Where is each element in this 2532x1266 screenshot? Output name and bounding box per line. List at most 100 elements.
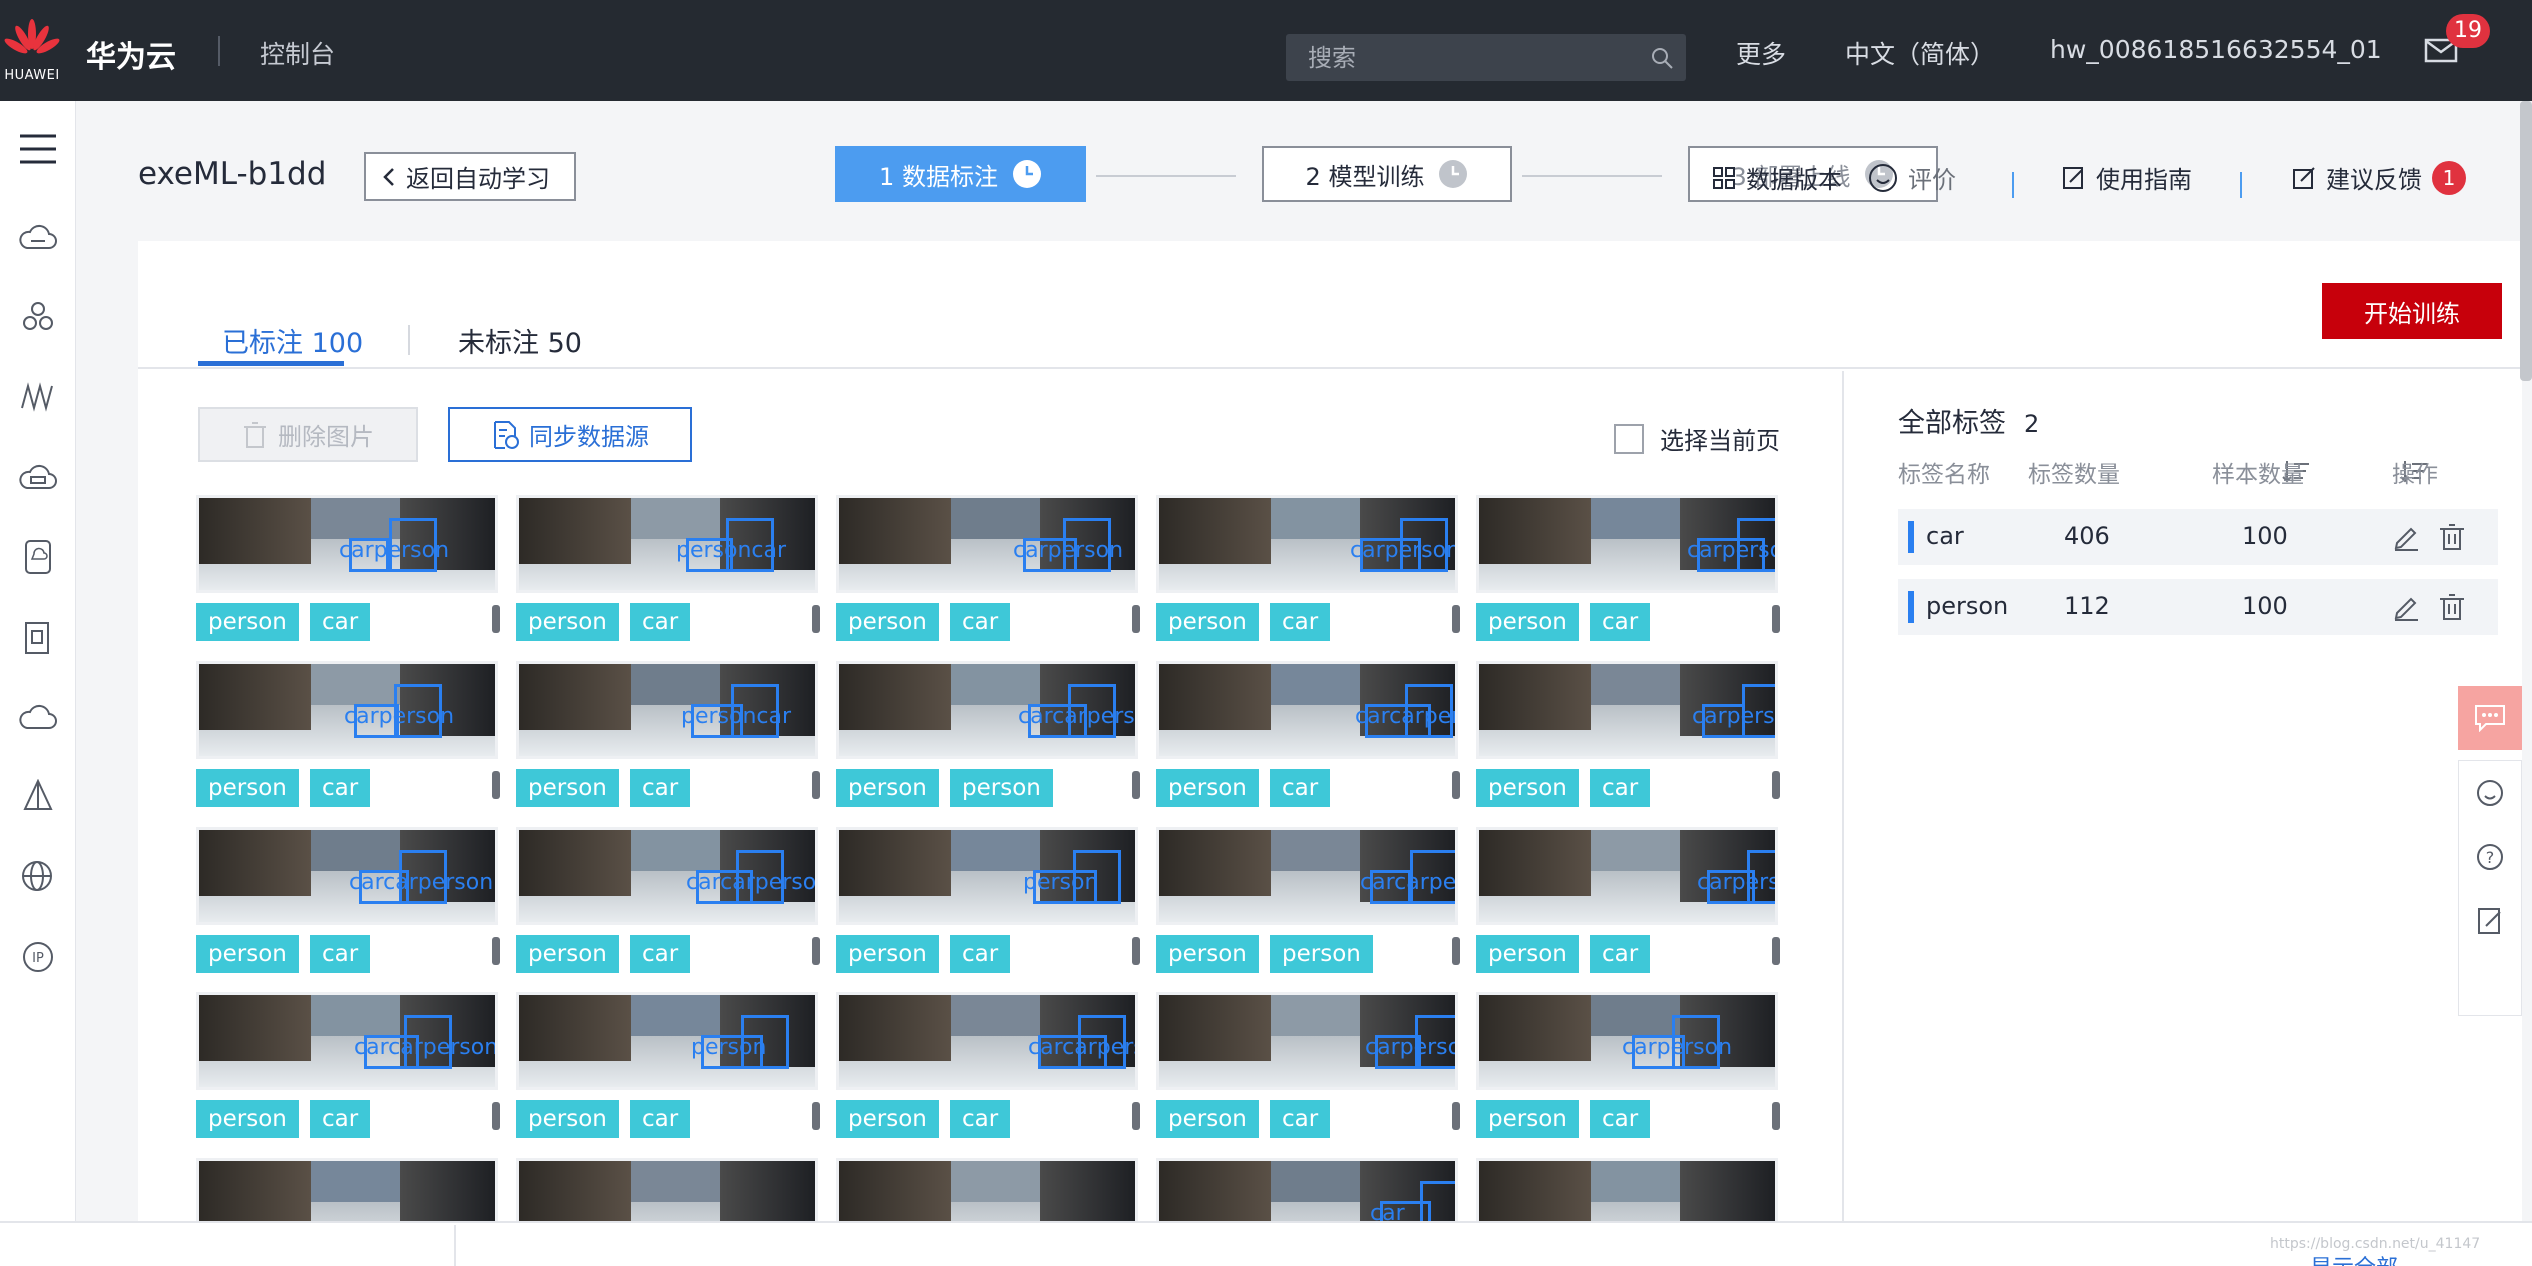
- dataset-version-link[interactable]: 数据版本: [1712, 160, 1842, 195]
- feedback-link[interactable]: 建议反馈 1: [2292, 160, 2466, 195]
- step-model-training[interactable]: 2 模型训练: [1262, 146, 1512, 202]
- card-more-handle[interactable]: [1772, 771, 1780, 799]
- image-thumbnail[interactable]: carcarperson: [836, 661, 1138, 759]
- image-thumbnail[interactable]: car: [1156, 1158, 1458, 1221]
- image-thumbnail[interactable]: [836, 1158, 1138, 1221]
- survey-icon[interactable]: [2459, 889, 2521, 953]
- card-more-handle[interactable]: [812, 605, 820, 633]
- image-card[interactable]: personcar person car: [516, 495, 820, 655]
- help-icon[interactable]: ?: [2459, 825, 2521, 889]
- card-more-handle[interactable]: [812, 937, 820, 965]
- card-more-handle[interactable]: [1772, 605, 1780, 633]
- tab-unlabeled[interactable]: 未标注 50: [458, 321, 582, 360]
- database-icon[interactable]: [10, 609, 66, 665]
- image-thumbnail[interactable]: carperson: [196, 495, 498, 593]
- card-more-handle[interactable]: [1772, 1102, 1780, 1130]
- image-thumbnail[interactable]: carperson: [1476, 827, 1778, 925]
- image-thumbnail[interactable]: carperson: [1476, 661, 1778, 759]
- image-thumbnail[interactable]: personcar: [516, 495, 818, 593]
- delete-icon[interactable]: [2438, 593, 2466, 621]
- cloud-icon[interactable]: [10, 689, 66, 745]
- menu-icon[interactable]: [10, 121, 66, 177]
- image-thumbnail[interactable]: carcarperson: [196, 827, 498, 925]
- image-card[interactable]: carperson person car: [196, 661, 500, 821]
- rate-link[interactable]: 评价: [1868, 160, 1956, 195]
- card-more-handle[interactable]: [492, 937, 500, 965]
- image-card[interactable]: [836, 1158, 1140, 1221]
- image-thumbnail[interactable]: carperson: [1476, 495, 1778, 593]
- image-thumbnail[interactable]: carperson: [1156, 992, 1458, 1090]
- card-more-handle[interactable]: [1772, 937, 1780, 965]
- image-card[interactable]: carperson person car: [1156, 495, 1460, 655]
- image-thumbnail[interactable]: carcarperson: [196, 992, 498, 1090]
- image-card[interactable]: carperson person car: [1476, 827, 1780, 987]
- search-input[interactable]: [1286, 34, 1636, 81]
- card-more-handle[interactable]: [1132, 1102, 1140, 1130]
- console-link[interactable]: 控制台: [260, 35, 335, 71]
- image-card[interactable]: carcarperson person car: [836, 992, 1140, 1152]
- page-scrollbar[interactable]: [2520, 101, 2532, 381]
- card-more-handle[interactable]: [1452, 937, 1460, 965]
- image-card[interactable]: carcarperson person car: [516, 827, 820, 987]
- image-card[interactable]: carperson person car: [196, 495, 500, 655]
- globe-icon[interactable]: [10, 849, 66, 905]
- sync-data-source-button[interactable]: 同步数据源: [448, 407, 692, 462]
- image-thumbnail[interactable]: [1476, 1158, 1778, 1221]
- card-more-handle[interactable]: [812, 1102, 820, 1130]
- select-page-checkbox[interactable]: [1614, 423, 1644, 454]
- more-menu[interactable]: 更多: [1736, 35, 1786, 71]
- delete-images-button[interactable]: 删除图片: [198, 407, 418, 462]
- image-card[interactable]: [516, 1158, 820, 1221]
- card-more-handle[interactable]: [1452, 605, 1460, 633]
- image-card[interactable]: person person car: [836, 827, 1140, 987]
- image-thumbnail[interactable]: [196, 1158, 498, 1221]
- image-thumbnail[interactable]: carcarperson: [836, 992, 1138, 1090]
- chat-icon[interactable]: [2458, 686, 2522, 750]
- service-icon[interactable]: [2459, 761, 2521, 825]
- image-thumbnail[interactable]: person: [516, 992, 818, 1090]
- step-data-labeling[interactable]: 1 数据标注: [835, 146, 1086, 202]
- search-icon[interactable]: [1650, 46, 1674, 70]
- image-thumbnail[interactable]: carperson: [1476, 992, 1778, 1090]
- image-card[interactable]: personcar person car: [516, 661, 820, 821]
- image-card[interactable]: carcarperson person car: [196, 827, 500, 987]
- start-training-button[interactable]: 开始训练: [2322, 283, 2502, 339]
- image-card[interactable]: carperson person car: [1476, 992, 1780, 1152]
- select-current-page[interactable]: 选择当前页: [1614, 421, 1780, 456]
- image-thumbnail[interactable]: carperson: [196, 661, 498, 759]
- image-card[interactable]: carperson person car: [1476, 661, 1780, 821]
- card-more-handle[interactable]: [1452, 771, 1460, 799]
- card-more-handle[interactable]: [1132, 937, 1140, 965]
- delete-icon[interactable]: [2438, 523, 2466, 551]
- user-guide-link[interactable]: 使用指南: [2062, 160, 2192, 195]
- brand-name[interactable]: 华为云: [86, 32, 176, 76]
- sail-deploy-icon[interactable]: [10, 769, 66, 825]
- image-card[interactable]: person person car: [516, 992, 820, 1152]
- device-icon[interactable]: [10, 529, 66, 585]
- network-nodes-icon[interactable]: [10, 289, 66, 345]
- card-more-handle[interactable]: [812, 771, 820, 799]
- edit-icon[interactable]: [2392, 523, 2420, 551]
- back-to-auto-learning-button[interactable]: 返回自动学习: [364, 152, 576, 201]
- ip-icon[interactable]: IP: [10, 929, 66, 985]
- card-more-handle[interactable]: [492, 1102, 500, 1130]
- image-thumbnail[interactable]: carcarperson: [1156, 661, 1458, 759]
- user-account[interactable]: hw_008618516632554_01: [2050, 35, 2382, 64]
- image-card[interactable]: carcarperson person person: [836, 661, 1140, 821]
- card-more-handle[interactable]: [1132, 771, 1140, 799]
- image-thumbnail[interactable]: person: [836, 827, 1138, 925]
- image-thumbnail[interactable]: carcarperson: [516, 827, 818, 925]
- analytics-wave-icon[interactable]: [10, 369, 66, 425]
- card-more-handle[interactable]: [1452, 1102, 1460, 1130]
- image-thumbnail[interactable]: carperson: [836, 495, 1138, 593]
- image-card[interactable]: [1476, 1158, 1780, 1221]
- huawei-logo[interactable]: HUAWEI: [4, 18, 60, 83]
- cloud-server-icon[interactable]: [10, 209, 66, 265]
- image-card[interactable]: [196, 1158, 500, 1221]
- image-thumbnail[interactable]: carcarperson: [1156, 827, 1458, 925]
- image-card[interactable]: carcarperson person person: [1156, 827, 1460, 987]
- image-card[interactable]: carperson person car: [836, 495, 1140, 655]
- image-thumbnail[interactable]: personcar: [516, 661, 818, 759]
- image-card[interactable]: carperson person car: [1156, 992, 1460, 1152]
- tab-labeled[interactable]: 已标注 100: [222, 321, 363, 360]
